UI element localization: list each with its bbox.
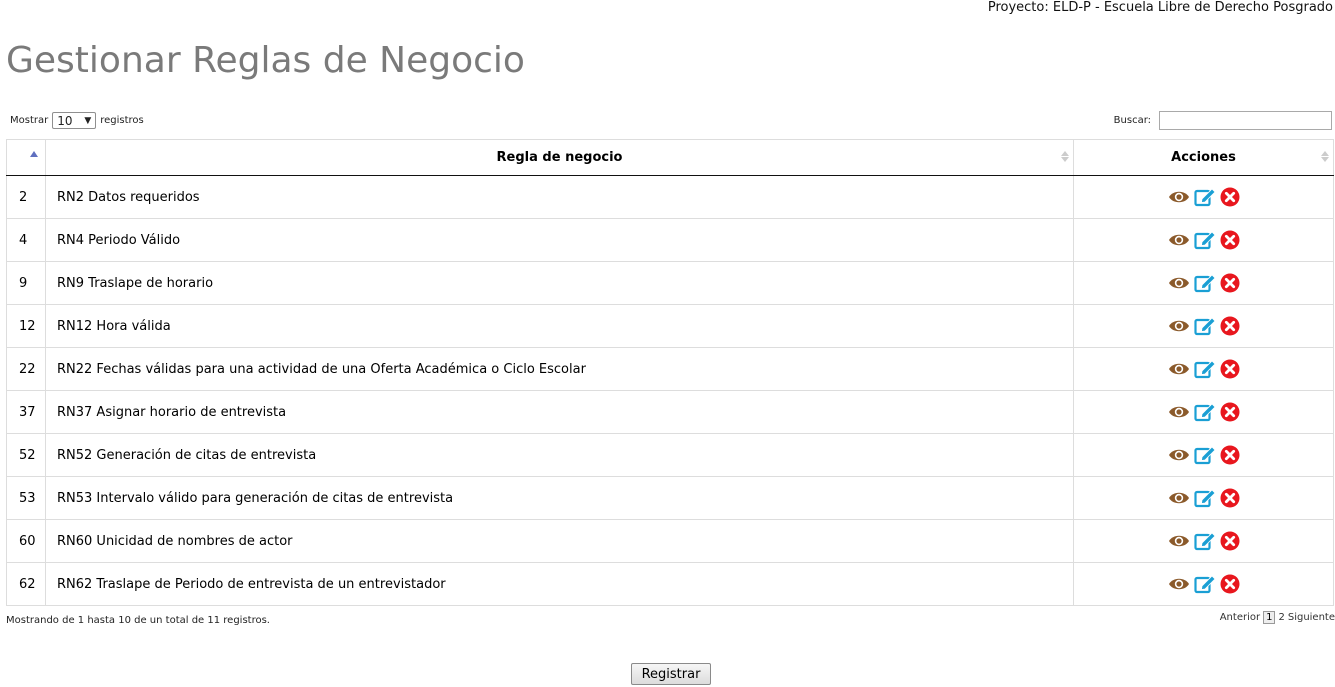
row-id: 37 [6,390,46,434]
eye-icon[interactable] [1168,576,1190,592]
search-input[interactable] [1159,111,1332,130]
row-id: 4 [6,218,46,262]
edit-icon[interactable] [1193,230,1216,250]
table-row: 37 RN37 Asignar horario de entrevista [6,390,1334,434]
eye-icon[interactable] [1168,232,1190,248]
delete-icon[interactable] [1220,273,1240,293]
row-rule-name: RN60 Unicidad de nombres de actor [45,519,1074,563]
delete-icon[interactable] [1220,574,1240,594]
row-rule-name: RN4 Periodo Válido [45,218,1074,262]
length-suffix: registros [100,115,144,126]
row-rule-name: RN52 Generación de citas de entrevista [45,433,1074,477]
delete-icon[interactable] [1220,187,1240,207]
eye-icon[interactable] [1168,533,1190,549]
pagination: Anterior 1 2 Siguiente [1220,611,1335,624]
eye-icon[interactable] [1168,318,1190,334]
table-row: 52 RN52 Generación de citas de entrevist… [6,433,1334,477]
table-row: 53 RN53 Intervalo válido para generación… [6,476,1334,520]
eye-icon[interactable] [1168,404,1190,420]
row-actions [1073,562,1334,606]
length-control: Mostrar 10 ▼ registros [10,112,144,129]
eye-icon[interactable] [1168,189,1190,205]
row-rule-name: RN9 Traslape de horario [45,261,1074,305]
delete-icon[interactable] [1220,488,1240,508]
search-label: Buscar: [1113,115,1151,126]
edit-icon[interactable] [1193,531,1216,551]
length-select[interactable]: 10 ▼ [52,112,97,129]
eye-icon[interactable] [1168,361,1190,377]
row-id: 9 [6,261,46,305]
search-control: Buscar: [1114,111,1332,130]
table-row: 2 RN2 Datos requeridos [6,175,1334,219]
row-actions [1073,304,1334,348]
table-row: 60 RN60 Unicidad de nombres de actor [6,519,1334,563]
row-id: 60 [6,519,46,563]
column-header-id[interactable] [6,139,46,176]
row-actions [1073,261,1334,305]
delete-icon[interactable] [1220,402,1240,422]
delete-icon[interactable] [1220,230,1240,250]
row-rule-name: RN2 Datos requeridos [45,175,1074,219]
row-id: 53 [6,476,46,520]
row-actions [1073,390,1334,434]
column-header-rule[interactable]: Regla de negocio [45,139,1074,176]
row-rule-name: RN62 Traslape de Periodo de entrevista d… [45,562,1074,606]
row-id: 12 [6,304,46,348]
table-row: 9 RN9 Traslape de horario [6,261,1334,305]
length-prefix: Mostrar [10,115,49,126]
length-value: 10 [57,113,73,128]
pagination-page-1[interactable]: 1 [1263,611,1276,624]
table-row: 62 RN62 Traslape de Periodo de entrevist… [6,562,1334,606]
eye-icon[interactable] [1168,447,1190,463]
edit-icon[interactable] [1193,316,1216,336]
pagination-prev[interactable]: Anterior [1220,612,1260,623]
row-id: 52 [6,433,46,477]
pagination-next[interactable]: Siguiente [1288,612,1335,623]
edit-icon[interactable] [1193,445,1216,465]
sort-asc-icon [30,151,38,157]
sort-icon [1061,151,1069,162]
edit-icon[interactable] [1193,488,1216,508]
edit-icon[interactable] [1193,187,1216,207]
page-title: Gestionar Reglas de Negocio [6,40,525,81]
pagination-page-2[interactable]: 2 [1278,612,1284,623]
column-header-actions-label: Acciones [1171,150,1236,165]
delete-icon[interactable] [1220,445,1240,465]
eye-icon[interactable] [1168,275,1190,291]
table-row: 4 RN4 Periodo Válido [6,218,1334,262]
row-actions [1073,433,1334,477]
row-rule-name: RN53 Intervalo válido para generación de… [45,476,1074,520]
row-actions [1073,476,1334,520]
row-actions [1073,519,1334,563]
row-id: 2 [6,175,46,219]
edit-icon[interactable] [1193,574,1216,594]
rules-table: Regla de negocio Acciones 2 RN2 Datos re… [6,139,1334,606]
sort-icon [1321,151,1329,162]
edit-icon[interactable] [1193,359,1216,379]
row-rule-name: RN12 Hora válida [45,304,1074,348]
row-id: 22 [6,347,46,391]
table-row: 12 RN12 Hora válida [6,304,1334,348]
register-button[interactable]: Registrar [631,663,711,685]
project-label: Proyecto: ELD-P - Escuela Libre de Derec… [987,0,1333,15]
row-rule-name: RN22 Fechas válidas para una actividad d… [45,347,1074,391]
chevron-down-icon: ▼ [84,115,92,126]
eye-icon[interactable] [1168,490,1190,506]
column-header-actions[interactable]: Acciones [1073,139,1334,176]
column-header-rule-label: Regla de negocio [496,150,623,165]
row-id: 62 [6,562,46,606]
row-actions [1073,175,1334,219]
row-actions [1073,218,1334,262]
edit-icon[interactable] [1193,402,1216,422]
delete-icon[interactable] [1220,359,1240,379]
table-info: Mostrando de 1 hasta 10 de un total de 1… [6,615,270,626]
row-actions [1073,347,1334,391]
delete-icon[interactable] [1220,531,1240,551]
edit-icon[interactable] [1193,273,1216,293]
table-row: 22 RN22 Fechas válidas para una activida… [6,347,1334,391]
delete-icon[interactable] [1220,316,1240,336]
row-rule-name: RN37 Asignar horario de entrevista [45,390,1074,434]
